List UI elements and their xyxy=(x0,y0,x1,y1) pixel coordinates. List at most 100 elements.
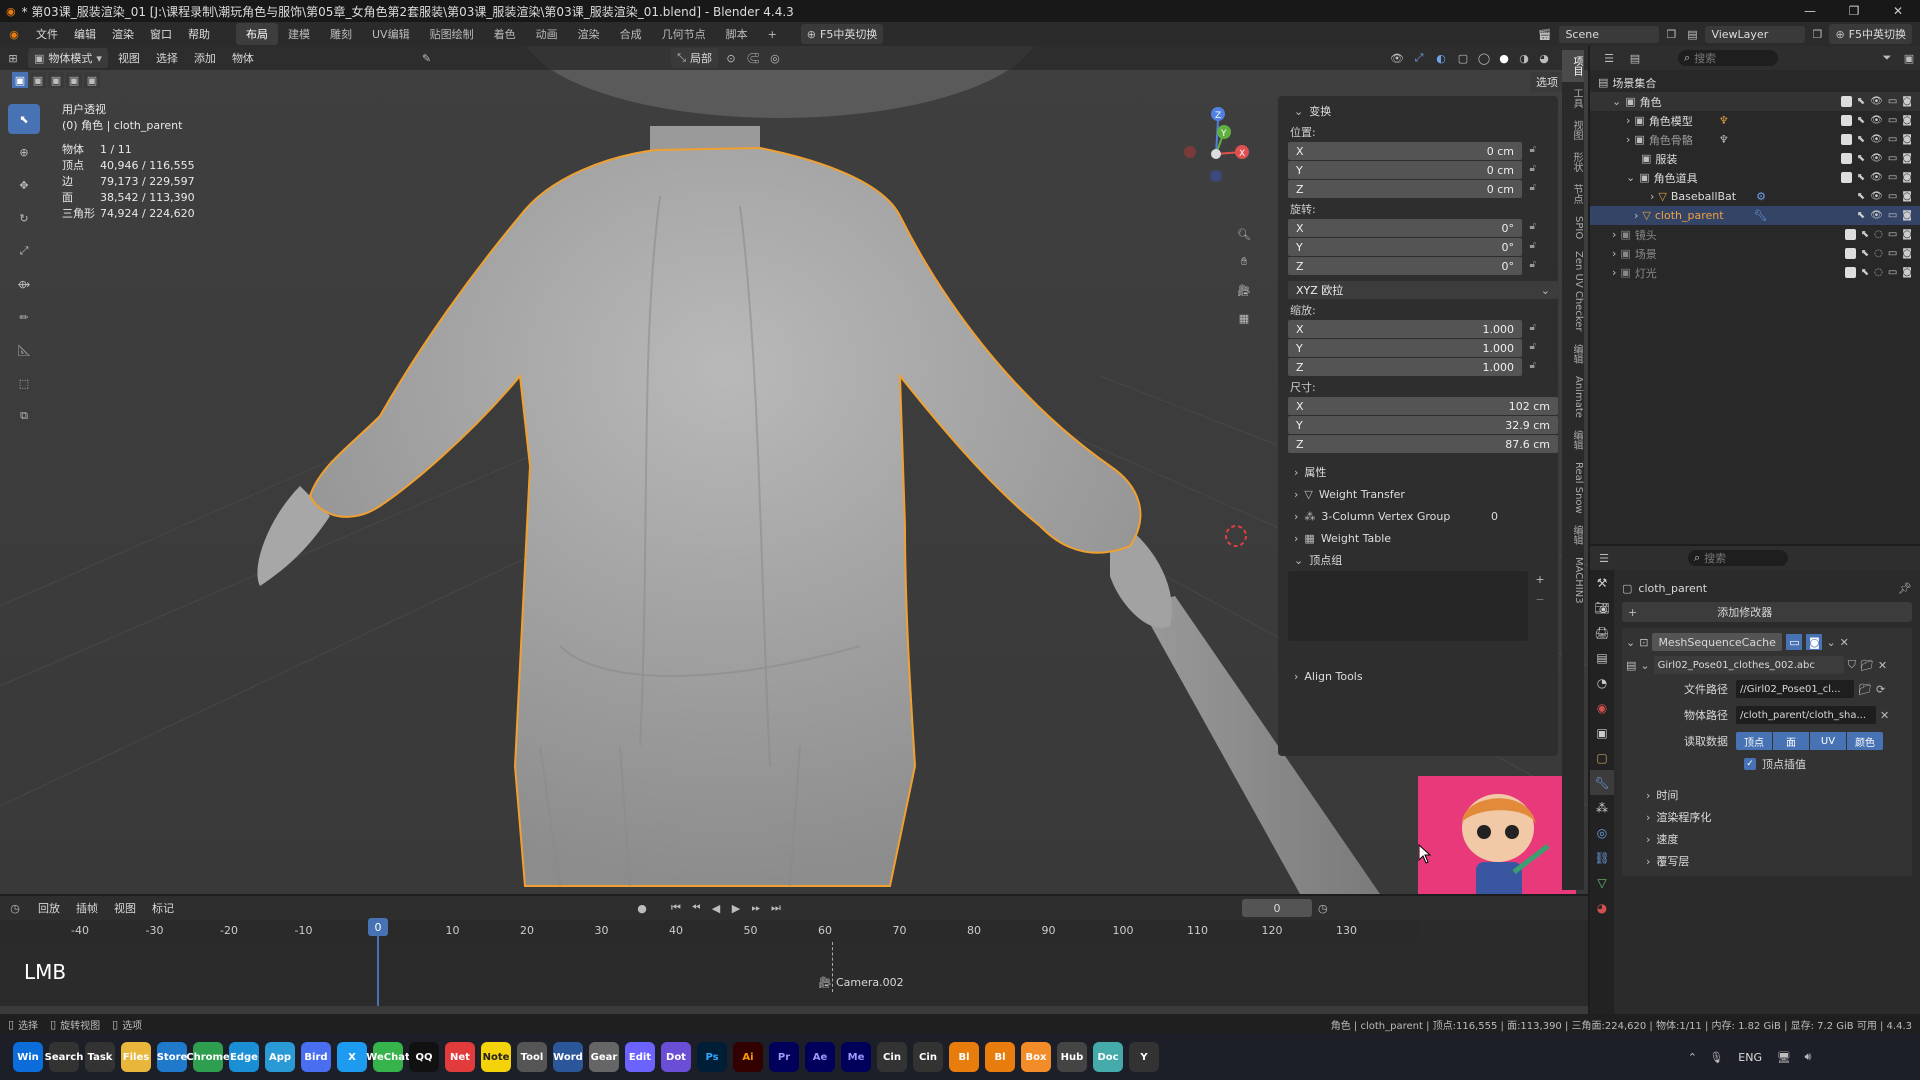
taskbar-app-icon[interactable]: Cin xyxy=(877,1042,907,1072)
outliner-row[interactable]: ⌄ ▣ 角色 ⬉ 👁︎ ▭ ◙ xyxy=(1590,92,1920,111)
tab-item[interactable]: 项目 xyxy=(1562,50,1584,82)
transform-orientation-selector[interactable]: ⤡ 局部 xyxy=(671,48,718,68)
eye-icon[interactable]: 👁︎ xyxy=(1870,153,1883,164)
timeline-menu-playback[interactable]: 回放 xyxy=(30,900,68,916)
add-workspace-button[interactable]: + xyxy=(758,25,787,44)
lock-icon[interactable]: 🔓︎ xyxy=(1530,322,1536,333)
next-keyframe-icon[interactable]: ⏩︎ xyxy=(746,901,766,915)
maximize-button[interactable]: ❐ xyxy=(1832,0,1876,22)
outliner-row[interactable]: › ▣ 灯光 ⬉ ◌ ▭ ◙ xyxy=(1590,263,1920,282)
play-reverse-icon[interactable]: ◀ xyxy=(706,902,726,915)
scene-selector[interactable]: Scene xyxy=(1559,25,1660,43)
taskbar-app-icon[interactable]: Box xyxy=(1021,1042,1051,1072)
rendered-shading-icon[interactable]: ◕ xyxy=(1534,52,1554,65)
taskbar-app-icon[interactable]: Dot xyxy=(661,1042,691,1072)
tab-zen-uv-checker[interactable]: Zen UV Checker xyxy=(1562,245,1584,338)
subpanel-override-layers[interactable]: › 覆写层 xyxy=(1626,850,1908,872)
taskbar-app-icon[interactable]: Hub xyxy=(1057,1042,1087,1072)
vertex-groups-section-header[interactable]: ⌄ 顶点组 xyxy=(1288,549,1548,571)
viewport-icon[interactable]: ▭ xyxy=(1888,134,1897,145)
camera-marker[interactable]: 🎥︎ Camera.002 xyxy=(818,976,904,989)
display-mode-icon[interactable]: ▤ xyxy=(1622,52,1648,65)
taskbar-app-icon[interactable]: Pr xyxy=(769,1042,799,1072)
select-icon[interactable]: ⬉ xyxy=(1857,134,1865,145)
network-icon[interactable]: 🖥︎ xyxy=(1772,1051,1796,1064)
collection-tab-icon[interactable]: ▣ xyxy=(1590,720,1614,745)
taskbar-app-icon[interactable]: Word xyxy=(553,1042,583,1072)
workspace-tab-animation[interactable]: 动画 xyxy=(526,23,568,45)
select-icon[interactable]: ⬉ xyxy=(1857,115,1865,126)
select-icon[interactable]: ⬉ xyxy=(1857,191,1865,202)
viewport-icon[interactable]: ▭ xyxy=(1888,229,1897,240)
object-path-field[interactable]: /cloth_parent/cloth_sha... xyxy=(1736,706,1876,724)
weight-transfer-panel[interactable]: › ▽ Weight Transfer xyxy=(1288,483,1548,505)
language-switch-button-right[interactable]: ⊕ F5中英切换 xyxy=(1829,24,1912,44)
overlays-icon[interactable]: ◐ xyxy=(1430,52,1452,65)
language-switch-button[interactable]: ⊕ F5中英切换 xyxy=(800,24,884,44)
lock-icon[interactable]: 🔓︎ xyxy=(1530,144,1536,155)
read-color-toggle[interactable]: 颜色 xyxy=(1847,732,1883,750)
taskbar-app-icon[interactable]: Cin xyxy=(913,1042,943,1072)
visibility-icon[interactable]: 👁︎ xyxy=(1386,52,1408,65)
current-frame-field[interactable]: 0 xyxy=(1242,899,1312,917)
gizmo-neg-x-icon[interactable] xyxy=(1184,146,1196,158)
include-checkbox[interactable] xyxy=(1840,96,1852,107)
add-primitive-tool[interactable]: ⧉ xyxy=(8,401,40,431)
location-z-field[interactable]: Z0 cm xyxy=(1288,180,1522,198)
include-checkbox[interactable] xyxy=(1844,229,1856,240)
tab-shape[interactable]: 形状 xyxy=(1562,146,1584,178)
transform-tool[interactable]: ⟴ xyxy=(8,269,40,299)
outliner-row-active[interactable]: › ▽ cloth_parent 🔧︎ ⬉ 👁︎ ▭ ◙ xyxy=(1590,206,1920,225)
prev-keyframe-icon[interactable]: ⏪︎ xyxy=(686,901,706,915)
taskbar-app-icon[interactable]: Bird xyxy=(301,1042,331,1072)
lock-icon[interactable]: 🔓︎ xyxy=(1530,360,1536,371)
tab-real-snow[interactable]: Real Snow xyxy=(1562,456,1584,520)
gizmo-toggle-icon[interactable]: ⤢ xyxy=(1408,51,1430,65)
viewport-icon[interactable]: ▭ xyxy=(1888,191,1897,202)
3d-cursor-icon[interactable] xyxy=(1225,525,1247,547)
microphone-icon[interactable]: 🎙︎ xyxy=(1704,1051,1728,1064)
select-extend-icon[interactable]: ▣ xyxy=(30,72,46,88)
eye-icon[interactable]: 👁︎ xyxy=(1870,134,1883,145)
play-icon[interactable]: ▶ xyxy=(726,902,746,915)
viewport-menu-object[interactable]: 物体 xyxy=(224,50,262,66)
menu-help[interactable]: 帮助 xyxy=(180,26,218,42)
vertex-group-list[interactable] xyxy=(1288,571,1528,641)
outliner-row[interactable]: › ▣ 镜头 ⬉ ◌ ▭ ◙ xyxy=(1590,225,1920,244)
taskbar-app-icon[interactable]: Chrome xyxy=(186,1042,230,1072)
particles-tab-icon[interactable]: ⁂ xyxy=(1590,795,1614,820)
blender-menu-icon[interactable]: ◉ xyxy=(0,28,28,41)
snap-icon[interactable]: 🧲︎ xyxy=(742,52,764,65)
add-cube-tool[interactable]: ⬚ xyxy=(8,368,40,398)
viewport-icon[interactable]: ▭ xyxy=(1888,96,1897,107)
location-x-field[interactable]: X0 cm xyxy=(1288,142,1522,160)
workspace-tab-sculpting[interactable]: 雕刻 xyxy=(320,23,362,45)
workspace-tab-layout[interactable]: 布局 xyxy=(236,23,278,45)
vertex-interp-checkbox[interactable]: ✓ xyxy=(1744,758,1756,770)
menu-file[interactable]: 文件 xyxy=(28,26,66,42)
remove-icon[interactable]: − xyxy=(1532,591,1548,607)
taskbar-app-icon[interactable]: Store xyxy=(157,1042,187,1072)
close-icon[interactable]: ✕ xyxy=(1878,659,1887,672)
mode-selector[interactable]: ▣ 物体模式 ▾ xyxy=(28,48,108,68)
3col-vertex-group-panel[interactable]: › ⁂ 3-Column Vertex Group 0 xyxy=(1288,505,1548,527)
read-vertices-toggle[interactable]: 顶点 xyxy=(1736,732,1772,750)
file-path-field[interactable]: //Girl02_Pose01_cl... xyxy=(1736,680,1854,698)
include-checkbox[interactable] xyxy=(1840,172,1852,183)
viewport-display-icon[interactable]: ▭ xyxy=(1786,634,1803,650)
camera-icon[interactable]: ◙ xyxy=(1902,153,1912,164)
eye-icon[interactable]: ◌ xyxy=(1874,267,1883,278)
taskbar-app-icon[interactable]: WeChat xyxy=(366,1042,410,1072)
taskbar-app-icon[interactable]: Tool xyxy=(517,1042,547,1072)
scale-tool[interactable]: ⤢ xyxy=(8,236,40,266)
measure-tool[interactable]: 📐︎ xyxy=(8,335,40,365)
include-checkbox[interactable] xyxy=(1840,115,1852,126)
select-box-tool[interactable]: ⬉ xyxy=(8,104,40,134)
tab-edit-3[interactable]: 编辑 xyxy=(1562,519,1584,551)
timeline-menu-marker[interactable]: 标记 xyxy=(144,900,182,916)
lock-icon[interactable]: 🔓︎ xyxy=(1530,259,1536,270)
options-button[interactable]: 选项 xyxy=(1530,72,1564,92)
tool-tab-icon[interactable]: ⚒ xyxy=(1590,570,1614,595)
cursor-tool[interactable]: ⊕ xyxy=(8,137,40,167)
timeline-menu-keying[interactable]: 插帧 xyxy=(68,900,106,916)
